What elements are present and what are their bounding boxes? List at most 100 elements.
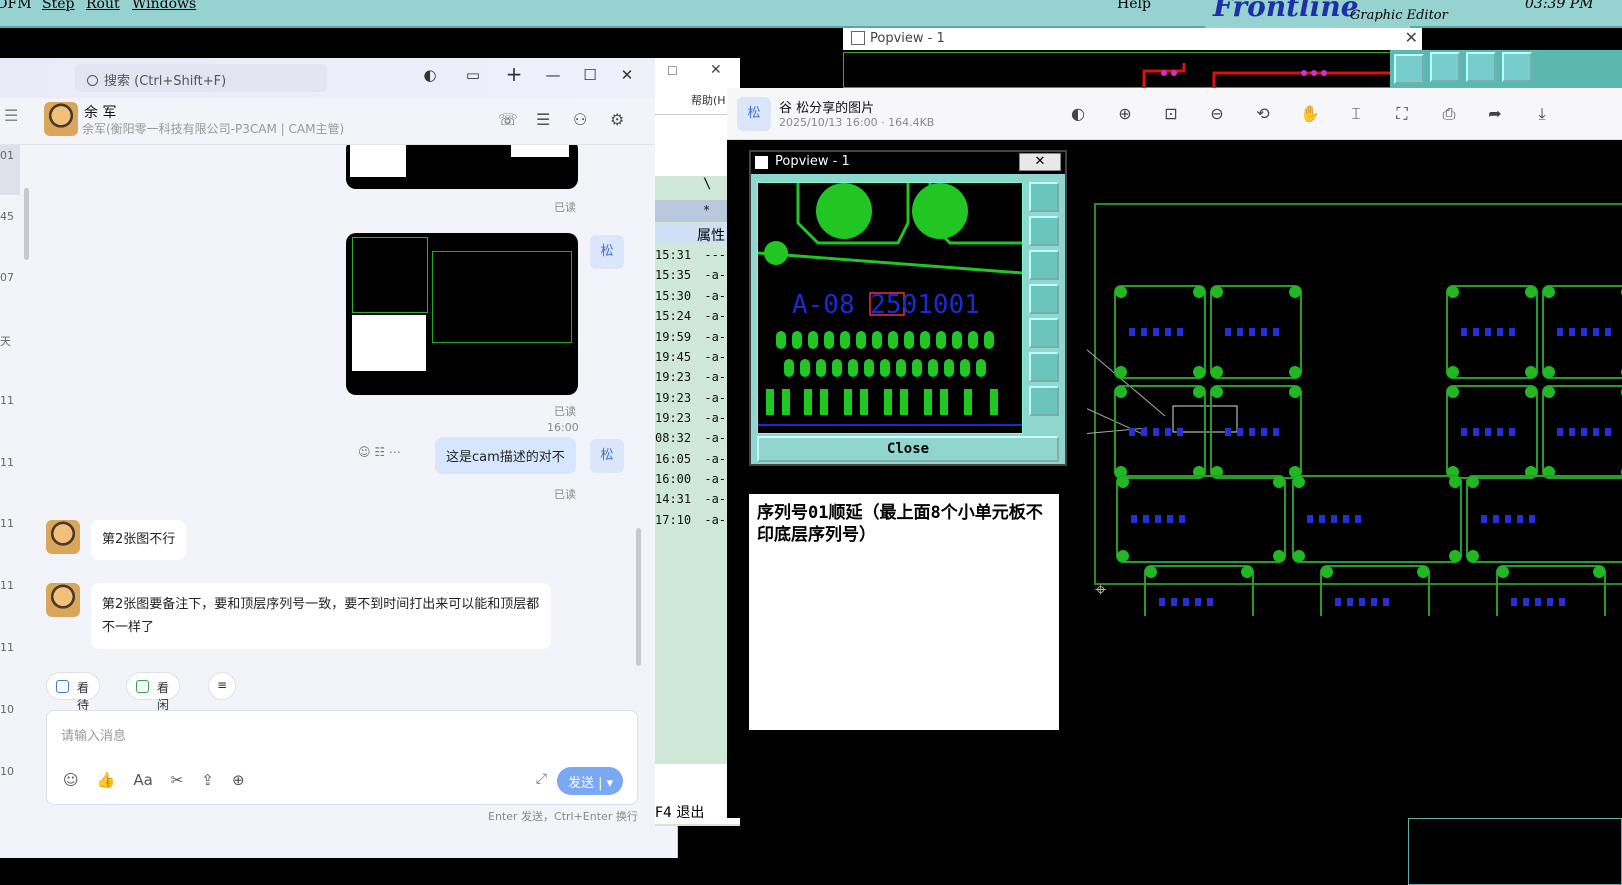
- menu-help[interactable]: Help: [1117, 0, 1151, 12]
- message-bubble[interactable]: 第2张图要备注下，要和顶层序列号一致，要不到时间打出来可以能和顶层都不一样了: [91, 583, 551, 649]
- settings-icon[interactable]: ⚙: [610, 110, 624, 129]
- busy-button[interactable]: 看闲忙: [126, 672, 181, 729]
- help-menu[interactable]: 帮助(H: [691, 92, 726, 108]
- hand-icon[interactable]: ✋: [1300, 104, 1320, 123]
- file-row[interactable]: 08:32 -a--: [655, 431, 733, 445]
- text-extract-icon[interactable]: ⌶: [1346, 104, 1366, 124]
- tool-icon[interactable]: [1029, 318, 1059, 348]
- file-row[interactable]: 19:23 -a--: [655, 411, 733, 425]
- file-row[interactable]: 19:23 -a--: [655, 391, 733, 405]
- zoom-in-icon[interactable]: ⊕: [1115, 104, 1135, 123]
- share-icon[interactable]: ➦: [1485, 104, 1505, 123]
- my-message-bubble[interactable]: 这是cam描述的对不: [435, 437, 576, 474]
- file-row[interactable]: 19:23 -a--: [655, 370, 733, 384]
- font-icon[interactable]: Aa: [133, 771, 152, 789]
- list-time: 11: [0, 641, 14, 654]
- more-icon[interactable]: ≡: [208, 672, 236, 700]
- zoom-out-icon[interactable]: ⊖: [1207, 104, 1227, 123]
- tool-icon[interactable]: [1029, 284, 1059, 314]
- tool-icon[interactable]: [1029, 216, 1059, 246]
- exit-label[interactable]: F4 退出: [655, 802, 704, 822]
- print-icon[interactable]: ⎙: [1439, 104, 1459, 124]
- file-row[interactable]: 19:45 -a--: [655, 350, 733, 364]
- file-row[interactable]: 15:24 -a--: [655, 309, 733, 323]
- crop-icon[interactable]: ⛶: [1392, 104, 1412, 124]
- search-input[interactable]: 搜索 (Ctrl+Shift+F): [75, 64, 327, 92]
- plus-icon[interactable]: ⊕: [232, 771, 245, 789]
- maximize-icon[interactable]: ☐: [577, 66, 603, 90]
- contact-avatar[interactable]: [46, 520, 80, 554]
- menu-windows[interactable]: Windows: [132, 0, 196, 12]
- file-row[interactable]: 15:31 ----: [655, 248, 733, 262]
- message-list: 已读 松 已读 16:00 ☺ ☷ ⋯ 这是cam描述的对不 松 已读 第2张图…: [22, 145, 662, 735]
- compose-box[interactable]: 请输入消息 ☺ 👍 Aa ✂ ⇪ ⊕ ⤢ 发送 | ▾: [46, 710, 638, 805]
- list-time: 11: [0, 456, 14, 469]
- add-member-icon[interactable]: ⚇: [573, 110, 587, 129]
- close-icon[interactable]: ✕: [1405, 28, 1418, 47]
- image-message-1[interactable]: [346, 145, 578, 189]
- chat-window: 搜索 (Ctrl+Shift+F) ◐ ▭ + — ☐ ✕ ☰ 余 军 余军(衡…: [0, 58, 678, 858]
- home-icon[interactable]: [1466, 52, 1496, 82]
- outer-pcb-strip: [843, 52, 1404, 89]
- restore-icon[interactable]: ☐: [667, 64, 678, 78]
- search-icon: [87, 75, 98, 86]
- pcb-panel-image: ⌖: [1058, 196, 1622, 639]
- tool-icon[interactable]: [1029, 386, 1059, 416]
- viewer-title: 谷 松分享的图片: [779, 101, 875, 116]
- tool-icon[interactable]: [1430, 52, 1460, 82]
- menu-step[interactable]: Step: [42, 0, 74, 12]
- rotate-icon[interactable]: ◐: [1068, 104, 1088, 123]
- popview-dialog: Popview - 1 ✕ A-08 2501001 Close: [749, 150, 1067, 466]
- brand-text: Frontline: [1213, 0, 1359, 23]
- emoji-icon[interactable]: ☺: [63, 771, 79, 789]
- scissors-icon[interactable]: ✂: [171, 771, 184, 789]
- read-status: 已读: [554, 405, 576, 418]
- tool-icon[interactable]: [1029, 352, 1059, 382]
- list-time: 11: [0, 579, 14, 592]
- tool-icon[interactable]: [1502, 52, 1532, 82]
- menu-icon[interactable]: ☰: [4, 106, 18, 125]
- theme-icon[interactable]: ◐: [417, 66, 443, 90]
- file-row[interactable]: 19:59 -a--: [655, 330, 733, 344]
- file-row[interactable]: 14:31 -a--: [655, 492, 733, 506]
- close-icon[interactable]: ✕: [710, 62, 722, 78]
- file-row[interactable]: 16:00 -a--: [655, 472, 733, 486]
- download-icon[interactable]: ⤓: [1532, 104, 1552, 124]
- popview-titlebar: Popview - 1 ✕: [751, 152, 1065, 174]
- fit-icon[interactable]: ⊡: [1161, 104, 1181, 123]
- expand-icon[interactable]: ⤢: [536, 771, 547, 787]
- call-icon[interactable]: ☏: [498, 110, 518, 129]
- search-history-icon[interactable]: ☰: [536, 110, 550, 129]
- message-bubble[interactable]: 第2张图不行: [91, 520, 187, 560]
- upload-icon[interactable]: ⇪: [201, 771, 214, 789]
- file-row[interactable]: 17:10 -a--: [655, 513, 733, 527]
- message-actions[interactable]: ☺ ☷ ⋯: [358, 445, 428, 469]
- like-icon[interactable]: 👍: [97, 771, 116, 789]
- file-row[interactable]: 16:05 -a--: [655, 452, 733, 466]
- contact-avatar[interactable]: [44, 102, 78, 136]
- close-icon[interactable]: ✕: [1019, 153, 1061, 171]
- my-avatar[interactable]: 松: [590, 439, 624, 473]
- minimize-icon[interactable]: —: [540, 66, 566, 90]
- todo-button[interactable]: 看待办: [46, 672, 101, 729]
- popview-outer-titlebar[interactable]: Popview - 1 ✕: [843, 28, 1422, 50]
- add-icon[interactable]: +: [501, 62, 527, 86]
- send-button[interactable]: 发送 | ▾: [557, 767, 623, 795]
- close-icon[interactable]: ✕: [614, 66, 640, 90]
- message-scrollbar[interactable]: [636, 528, 641, 666]
- file-row[interactable]: 15:30 -a--: [655, 289, 733, 303]
- tool-icon[interactable]: [1029, 250, 1059, 280]
- my-avatar[interactable]: 松: [590, 235, 624, 269]
- tool-icon[interactable]: [1029, 182, 1059, 212]
- image-message-2[interactable]: [346, 233, 578, 395]
- chat-titlebar: 搜索 (Ctrl+Shift+F) ◐ ▭ + — ☐ ✕: [0, 58, 678, 98]
- tool-icon[interactable]: [1394, 54, 1424, 84]
- menu-ofm[interactable]: OFM: [0, 0, 32, 12]
- rotate-left-icon[interactable]: ⟲: [1253, 104, 1273, 123]
- menu-rout[interactable]: Rout: [86, 0, 120, 12]
- screen-icon[interactable]: ▭: [460, 66, 486, 90]
- contact-name: 余 军: [84, 105, 117, 121]
- contact-avatar[interactable]: [46, 583, 80, 617]
- close-button[interactable]: Close: [757, 436, 1059, 462]
- file-row[interactable]: 15:35 -a--: [655, 268, 733, 282]
